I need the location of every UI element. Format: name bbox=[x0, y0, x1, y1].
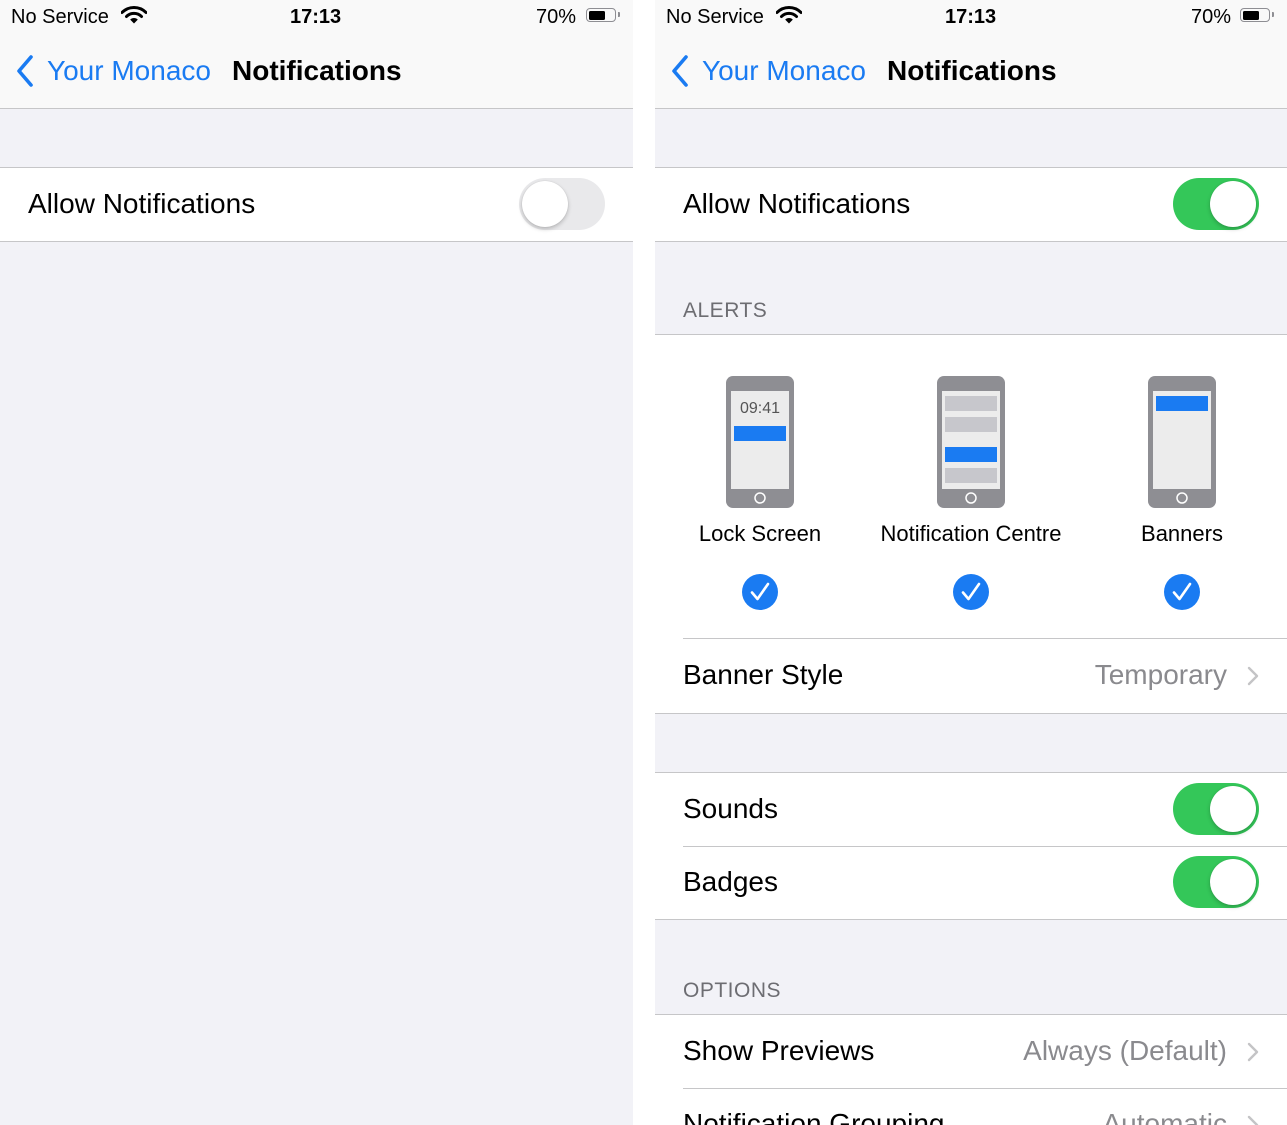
chevron-right-icon bbox=[1247, 1042, 1259, 1062]
settings-screen-disabled: No Service 17:13 70% Your Monaco Notific… bbox=[0, 0, 633, 1125]
allow-notifications-group: Allow Notifications bbox=[0, 167, 633, 242]
battery-percent: 70% bbox=[1191, 6, 1232, 28]
notification-grouping-value: Automatic bbox=[1102, 1108, 1228, 1125]
alert-option-notification-centre[interactable]: Notification Centre bbox=[851, 375, 1091, 611]
badges-toggle[interactable] bbox=[1173, 856, 1259, 908]
carrier-label: No Service bbox=[666, 6, 764, 28]
alert-option-banners[interactable]: Banners bbox=[1062, 375, 1287, 611]
notification-centre-phone-icon bbox=[937, 376, 1005, 508]
allow-notifications-row: Allow Notifications bbox=[0, 168, 633, 241]
settings-screen-enabled: No Service 17:13 70% Your Monaco Notific… bbox=[655, 0, 1287, 1125]
options-section-header: OPTIONS bbox=[683, 979, 782, 1002]
status-bar: No Service 17:13 70% bbox=[655, 0, 1287, 36]
notification-centre-label: Notification Centre bbox=[880, 521, 1062, 546]
wifi-icon bbox=[121, 6, 147, 24]
back-chevron-icon[interactable] bbox=[14, 54, 36, 88]
allow-notifications-label: Allow Notifications bbox=[28, 188, 256, 219]
navigation-bar: Your Monaco Notifications bbox=[655, 36, 1287, 109]
options-group: Show Previews Always (Default) Notificat… bbox=[655, 1014, 1287, 1125]
sounds-toggle[interactable] bbox=[1173, 783, 1259, 835]
back-button[interactable]: Your Monaco bbox=[47, 55, 211, 87]
battery-fill bbox=[588, 10, 606, 20]
clock: 17:13 bbox=[945, 6, 997, 28]
alerts-group: 09:41 Lock Screen Notification Centre Ba… bbox=[655, 334, 1287, 714]
wifi-icon bbox=[776, 6, 802, 24]
clock: 17:13 bbox=[290, 6, 342, 28]
chevron-right-icon bbox=[1247, 666, 1259, 686]
alert-option-lock-screen[interactable]: 09:41 Lock Screen bbox=[655, 375, 880, 611]
checkmark-icon[interactable] bbox=[1163, 573, 1201, 611]
notification-grouping-label: Notification Grouping bbox=[683, 1108, 945, 1125]
allow-notifications-label: Allow Notifications bbox=[683, 188, 911, 219]
checkmark-icon[interactable] bbox=[741, 573, 779, 611]
carrier-label: No Service bbox=[11, 6, 109, 28]
alerts-section-header: ALERTS bbox=[683, 299, 768, 322]
lock-screen-label: Lock Screen bbox=[698, 521, 822, 546]
allow-notifications-group: Allow Notifications bbox=[655, 167, 1287, 242]
banners-phone-icon bbox=[1148, 376, 1216, 508]
status-bar: No Service 17:13 70% bbox=[0, 0, 633, 36]
allow-notifications-toggle[interactable] bbox=[519, 178, 605, 230]
toggle-knob bbox=[1210, 786, 1256, 832]
show-previews-label: Show Previews bbox=[683, 1035, 875, 1066]
show-previews-row[interactable]: Show Previews Always (Default) bbox=[655, 1015, 1287, 1088]
sounds-badges-group: Sounds Badges bbox=[655, 772, 1287, 920]
lock-screen-preview-time: 09:41 bbox=[740, 400, 780, 417]
sounds-row: Sounds bbox=[655, 773, 1287, 846]
show-previews-value: Always (Default) bbox=[1023, 1035, 1227, 1066]
battery-icon bbox=[586, 8, 620, 22]
banner-style-row[interactable]: Banner Style Temporary bbox=[655, 639, 1287, 712]
back-chevron-icon[interactable] bbox=[669, 54, 691, 88]
toggle-knob bbox=[1210, 181, 1256, 227]
notification-grouping-row[interactable]: Notification Grouping Automatic bbox=[655, 1088, 1287, 1125]
badges-label: Badges bbox=[683, 866, 778, 897]
badges-row: Badges bbox=[655, 846, 1287, 919]
lock-screen-phone-icon: 09:41 bbox=[726, 376, 794, 508]
banners-label: Banners bbox=[1141, 521, 1223, 546]
navigation-bar: Your Monaco Notifications bbox=[0, 36, 633, 109]
chevron-right-icon bbox=[1247, 1115, 1259, 1125]
toggle-knob bbox=[1210, 859, 1256, 905]
sounds-label: Sounds bbox=[683, 793, 778, 824]
toggle-knob bbox=[522, 181, 568, 227]
battery-percent: 70% bbox=[536, 6, 577, 28]
battery-icon bbox=[1240, 8, 1274, 22]
page-title: Notifications bbox=[887, 55, 1057, 86]
allow-notifications-row: Allow Notifications bbox=[655, 168, 1287, 241]
banner-style-label: Banner Style bbox=[683, 659, 844, 690]
page-title: Notifications bbox=[232, 55, 402, 86]
allow-notifications-toggle[interactable] bbox=[1173, 178, 1259, 230]
battery-fill bbox=[1242, 10, 1260, 20]
banner-style-value: Temporary bbox=[1094, 659, 1227, 690]
checkmark-icon[interactable] bbox=[952, 573, 990, 611]
back-button[interactable]: Your Monaco bbox=[702, 55, 866, 87]
